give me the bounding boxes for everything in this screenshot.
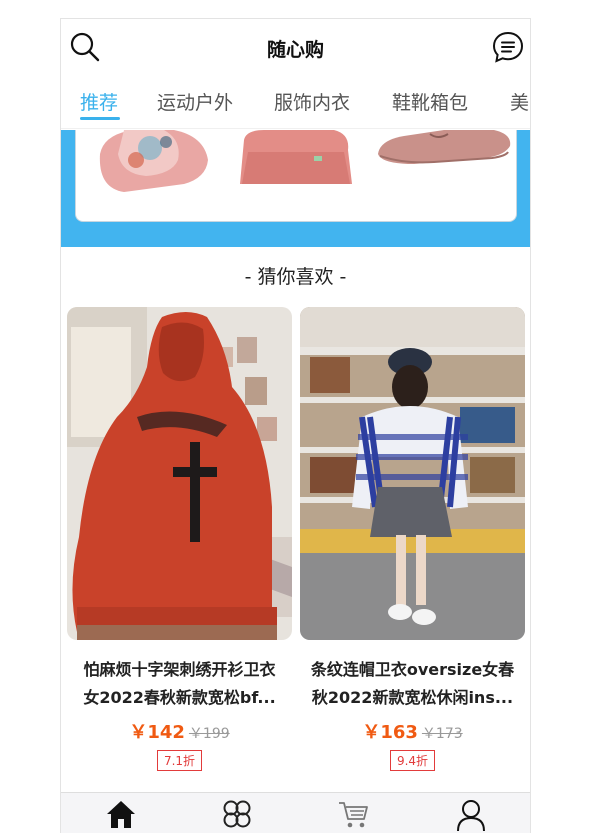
nav-cart[interactable] bbox=[333, 799, 373, 833]
tab-shoes-bags[interactable]: 鞋靴箱包 bbox=[392, 88, 468, 115]
product-name: 怕麻烦十字架刺绣开衫卫衣 女2022春秋新款宽松bf... bbox=[67, 656, 292, 712]
product-name: 条纹连帽卫衣oversize女春 秋2022新款宽松休闲ins... bbox=[300, 656, 525, 712]
message-icon bbox=[492, 31, 524, 63]
tab-recommend[interactable]: 推荐 bbox=[80, 88, 118, 115]
discount-badge: 9.4折 bbox=[389, 750, 436, 771]
home-icon bbox=[107, 801, 135, 828]
product-name-line1: 怕麻烦十字架刺绣开衫卫衣 bbox=[83, 660, 276, 679]
banner-card[interactable] bbox=[75, 130, 517, 222]
section-title-guess-you-like: - 猜你喜欢 - bbox=[244, 266, 347, 288]
promo-banner bbox=[61, 130, 530, 247]
sale-price: ￥142 bbox=[129, 722, 185, 743]
product-name-line2: 秋2022新款宽松休闲ins... bbox=[311, 688, 514, 707]
phone-frame: 随心购 推荐 运动户外 服饰内衣 鞋靴箱包 美 - 猜你喜欢 - 怕麻烦十字架刺… bbox=[60, 18, 531, 833]
bedding-pillow-image bbox=[99, 130, 208, 192]
product-card[interactable]: 条纹连帽卫衣oversize女春 秋2022新款宽松休闲ins... ￥163 ￥… bbox=[300, 307, 525, 771]
product-card[interactable]: 怕麻烦十字架刺绣开衫卫衣 女2022春秋新款宽松bf... ￥142 ￥199 7… bbox=[67, 307, 292, 771]
active-tab-indicator bbox=[80, 117, 120, 120]
bottom-nav bbox=[61, 792, 530, 833]
price-row: ￥163 ￥173 bbox=[300, 718, 525, 744]
product-name-line1: 条纹连帽卫衣oversize女春 bbox=[310, 660, 515, 679]
discount-badge: 7.1折 bbox=[156, 750, 203, 771]
tab-beauty[interactable]: 美 bbox=[510, 88, 529, 115]
bedding-set-image bbox=[240, 130, 352, 184]
original-price: ￥173 bbox=[421, 726, 463, 742]
category-tabs: 推荐 运动户外 服饰内衣 鞋靴箱包 美 bbox=[61, 75, 530, 129]
product-photo bbox=[300, 307, 525, 640]
tab-apparel-underwear[interactable]: 服饰内衣 bbox=[274, 88, 350, 115]
nav-category[interactable] bbox=[217, 799, 257, 833]
category-icon bbox=[223, 800, 251, 828]
price-row: ￥142 ￥199 bbox=[67, 718, 292, 744]
tab-sports-outdoor[interactable]: 运动户外 bbox=[157, 88, 233, 115]
page-title: 随心购 bbox=[266, 39, 324, 61]
nav-profile[interactable] bbox=[451, 799, 491, 833]
message-button[interactable] bbox=[490, 29, 526, 65]
sale-price: ￥163 bbox=[362, 722, 418, 743]
original-price: ￥199 bbox=[188, 726, 230, 742]
header: 随心购 bbox=[61, 19, 530, 75]
product-name-line2: 女2022春秋新款宽松bf... bbox=[83, 688, 276, 707]
user-icon bbox=[457, 800, 485, 831]
cart-icon bbox=[339, 802, 368, 828]
pink-loafer-image bbox=[378, 130, 511, 164]
nav-home[interactable] bbox=[101, 799, 141, 833]
product-photo bbox=[67, 307, 292, 640]
